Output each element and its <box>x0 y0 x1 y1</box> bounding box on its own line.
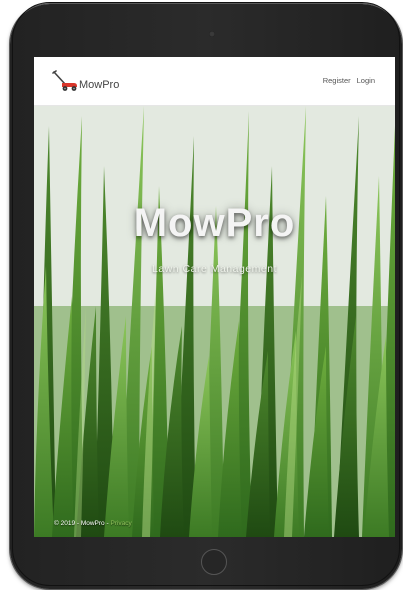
home-button[interactable] <box>201 549 227 575</box>
login-link[interactable]: Login <box>357 76 375 85</box>
hero-section: MowPro Lawn Care Management © 2019 - Mow… <box>34 106 395 537</box>
brand-name: MowPro <box>79 79 120 91</box>
grass-background-image <box>34 106 395 537</box>
brand-link[interactable]: MowPro <box>52 70 119 92</box>
footer-copyright: © 2019 - MowPro - <box>54 520 111 527</box>
nav-links: Register Login <box>323 76 375 85</box>
lawn-mower-icon <box>52 70 77 91</box>
footer: © 2019 - MowPro - Privacy <box>54 520 132 527</box>
register-link[interactable]: Register <box>323 76 351 85</box>
hero-title: MowPro <box>133 201 296 245</box>
stage: MowPro Register Login MowPro Lawn Care M… <box>0 0 403 590</box>
camera-icon <box>209 31 215 37</box>
tablet-screen: MowPro Register Login MowPro Lawn Care M… <box>34 57 395 537</box>
privacy-link[interactable]: Privacy <box>110 520 131 527</box>
hero-subtitle: Lawn Care Management <box>152 263 277 275</box>
navbar: MowPro Register Login <box>34 57 395 106</box>
